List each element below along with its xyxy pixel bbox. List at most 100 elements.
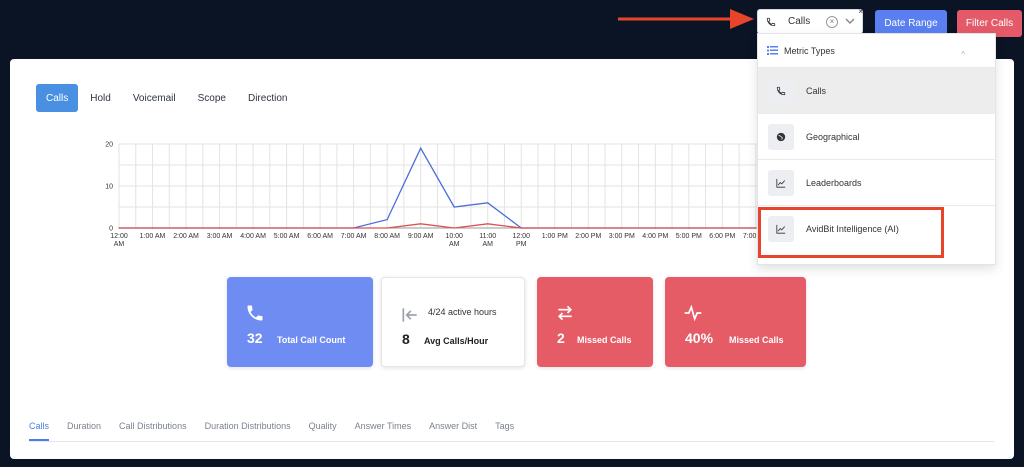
phone-icon: [764, 15, 778, 29]
data-point: [554, 227, 556, 229]
phone-icon: [247, 305, 263, 321]
data-point: [151, 227, 154, 229]
dropdown-header-label: Metric Types: [784, 45, 835, 56]
total-call-count-value: 32: [247, 330, 263, 346]
data-point: [285, 227, 288, 229]
x-tick-label: 9:00 AM: [408, 233, 434, 240]
tab-answer-times[interactable]: Answer Times: [355, 421, 412, 441]
dropdown-item-calls[interactable]: Calls: [758, 67, 995, 113]
x-tick-label: 2:00 PM: [575, 233, 601, 240]
tab-voicemail[interactable]: Voicemail: [123, 84, 186, 112]
x-tick-label: 3:00 AM: [207, 233, 233, 240]
tab-hold[interactable]: Hold: [80, 84, 121, 112]
tab-tags[interactable]: Tags: [495, 421, 514, 441]
tab-answer-dist[interactable]: Answer Dist: [429, 421, 477, 441]
total-call-count-card: 32 Total Call Count: [227, 277, 373, 367]
annotation-arrow: [618, 9, 754, 29]
data-point: [353, 227, 355, 229]
x-tick-label: 1:00 AM: [140, 233, 166, 240]
tab-calls-report[interactable]: Calls: [29, 421, 50, 441]
dropdown-item-leaderboards[interactable]: Leaderboards: [758, 159, 995, 205]
x-tick-label: 10:00 AM: [445, 233, 463, 248]
data-point: [453, 227, 455, 229]
data-point: [386, 219, 388, 221]
metric-tabs: Calls Hold Voicemail Scope Direction: [36, 84, 299, 112]
annotation-highlight-box: [758, 207, 944, 258]
activity-icon: [684, 304, 702, 322]
tab-calls[interactable]: Calls: [36, 84, 79, 112]
data-point: [386, 227, 388, 229]
data-point: [487, 223, 489, 225]
metric-select-value: Calls: [788, 16, 811, 27]
data-point: [420, 147, 422, 149]
data-point: [218, 227, 221, 229]
x-tick-label: 11:00 AM: [479, 233, 496, 248]
y-tick-label: 20: [105, 142, 113, 149]
globe-icon: [768, 123, 794, 150]
calls-line-chart: 20 10 012:00 AM 1:00 AM 2:00 AM 3:00 AM 4:00 AM…: [105, 142, 781, 248]
data-point: [319, 227, 321, 229]
data-point: [587, 227, 589, 229]
close-icon[interactable]: ×: [858, 7, 863, 16]
collapse-left-icon: [402, 308, 417, 322]
list-icon: [767, 46, 778, 55]
dropdown-header: Metric Types ^: [758, 34, 995, 67]
tab-duration-distributions[interactable]: Duration Distributions: [205, 421, 291, 441]
tab-direction[interactable]: Direction: [238, 84, 297, 112]
metric-type-select[interactable]: Calls × ×: [757, 7, 863, 34]
data-point: [721, 227, 723, 229]
y-tick-label: 10: [105, 184, 113, 191]
data-point: [118, 227, 120, 229]
x-tick-label: 5:00 PM: [676, 233, 702, 240]
x-tick-label: 4:00 AM: [240, 233, 266, 240]
x-tick-label: 1:00 PM: [542, 233, 568, 240]
x-tick-label: 2:00 AM: [173, 233, 199, 240]
clear-icon[interactable]: ×: [826, 15, 838, 28]
tab-scope[interactable]: Scope: [188, 84, 236, 112]
dropdown-item-label: Calls: [806, 85, 827, 96]
missed-calls-percent-label: Missed Calls: [729, 335, 784, 345]
chevron-up-icon[interactable]: ^: [961, 50, 965, 59]
tab-call-distributions[interactable]: Call Distributions: [119, 421, 187, 441]
dropdown-item-label: Leaderboards: [806, 177, 862, 188]
x-tick-label: 12:00 AM: [110, 233, 128, 248]
data-point: [420, 223, 422, 225]
active-hours-text: 4/24 active hours: [428, 307, 497, 317]
data-point: [688, 227, 690, 229]
data-point: [252, 227, 254, 229]
x-tick-label: 7:00 AM: [341, 233, 367, 240]
missed-calls-label: Missed Calls: [577, 335, 632, 345]
swap-icon: [557, 305, 573, 321]
tab-duration[interactable]: Duration: [67, 421, 101, 441]
y-tick-label: 0: [109, 226, 113, 233]
chevron-down-icon[interactable]: [844, 16, 856, 28]
data-point: [520, 227, 522, 229]
x-tick-label: 3:00 PM: [609, 233, 635, 240]
phone-icon: [768, 77, 794, 104]
data-point: [487, 202, 489, 204]
x-tick-label: 4:00 PM: [642, 233, 668, 240]
missed-calls-percent-value: 40%: [685, 330, 714, 346]
tab-quality[interactable]: Quality: [309, 421, 337, 441]
trend-icon: [768, 169, 794, 196]
avg-calls-card: 4/24 active hours 8 Avg Calls/Hour: [381, 277, 525, 367]
x-tick-label: 6:00 PM: [709, 233, 735, 240]
total-call-count-label: Total Call Count: [277, 335, 346, 345]
x-tick-label: 8:00 AM: [374, 233, 400, 240]
report-tabs: Calls Duration Call Distributions Durati…: [29, 421, 532, 441]
avg-calls-label: Avg Calls/Hour: [424, 336, 489, 346]
avg-calls-value: 8: [402, 331, 410, 347]
dropdown-item-geographical[interactable]: Geographical: [758, 113, 995, 159]
data-point: [621, 227, 623, 229]
missed-calls-value: 2: [557, 330, 565, 346]
x-tick-label: 5:00 AM: [274, 233, 300, 240]
x-tick-label: 12:00 PM: [512, 233, 530, 248]
tabs-divider: [29, 441, 994, 442]
missed-calls-percent-card: 40% Missed Calls: [665, 277, 806, 367]
x-tick-label: 6:00 AM: [307, 233, 333, 240]
data-point: [185, 227, 187, 229]
dropdown-item-label: Geographical: [806, 131, 860, 142]
missed-calls-card: 2 Missed Calls: [537, 277, 653, 367]
data-point: [453, 206, 455, 208]
data-point: [654, 227, 656, 229]
